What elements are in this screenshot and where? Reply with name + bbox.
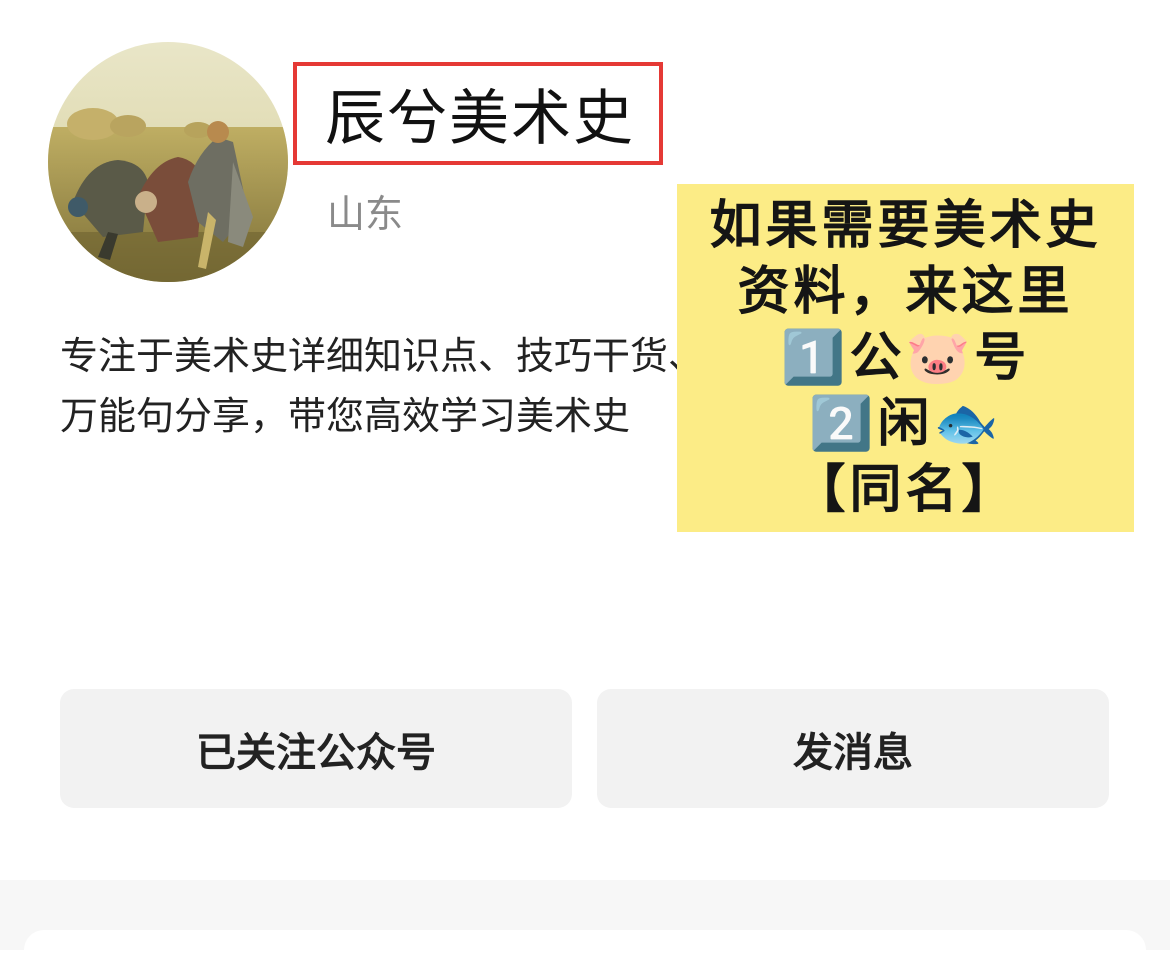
send-message-label: 发消息: [793, 729, 913, 776]
followed-account-button[interactable]: 已关注公众号: [60, 689, 572, 808]
promo-line-5: 【同名】: [793, 460, 1018, 520]
send-message-button[interactable]: 发消息: [597, 689, 1109, 808]
promo-line-2: 资料，来这里: [737, 262, 1074, 322]
location-label: 山东: [327, 192, 404, 236]
account-name: 辰兮美术史: [325, 84, 635, 154]
promo-line-1: 如果需要美术史: [709, 196, 1102, 256]
avatar[interactable]: [48, 42, 288, 282]
gleaners-painting-image: [48, 42, 288, 282]
promo-sticker: 如果需要美术史 资料，来这里 1️⃣公🐷号 2️⃣闲🐟 【同名】: [677, 184, 1134, 532]
promo-line-4: 2️⃣闲🐟: [808, 394, 1003, 454]
promo-line-3: 1️⃣公🐷号: [780, 328, 1031, 388]
bottom-card: [24, 930, 1146, 970]
followed-account-label: 已关注公众号: [196, 729, 436, 776]
